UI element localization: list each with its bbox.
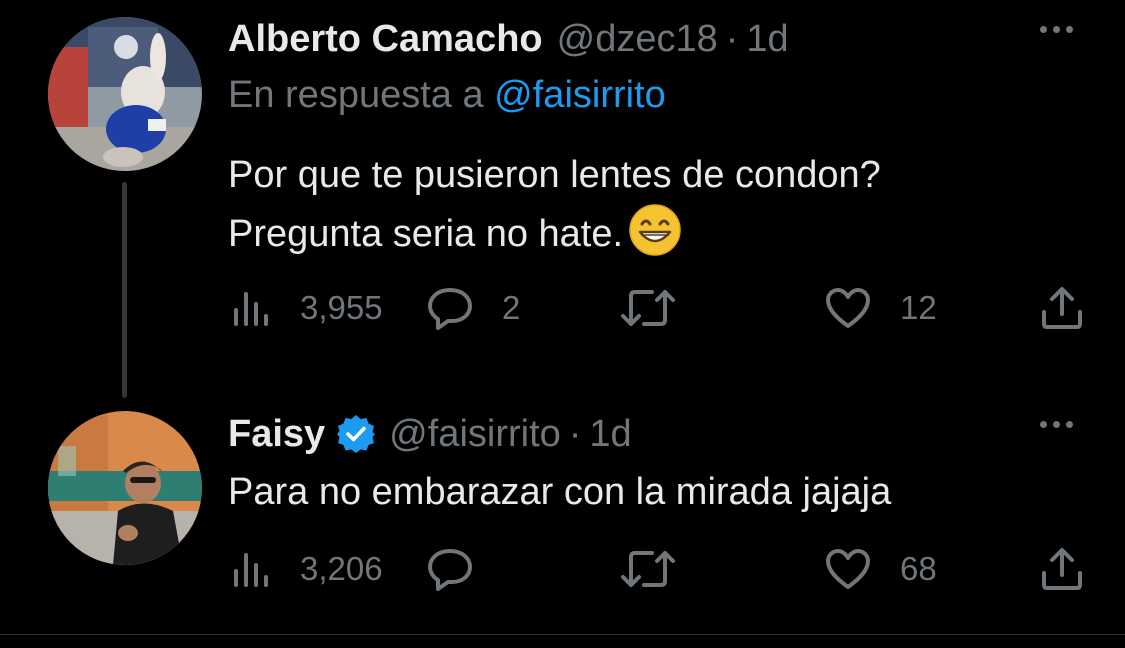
reply-prefix: En respuesta a	[228, 74, 484, 116]
share-icon	[1040, 286, 1084, 330]
tweet-header: Faisy @faisirrito · 1d	[228, 409, 632, 459]
tweet-actions: 3,955 2 12	[228, 282, 1089, 334]
reply-count: 2	[502, 289, 521, 326]
like-count: 12	[900, 289, 937, 326]
tweet-header: Alberto Camacho @dzec18 · 1d	[228, 14, 789, 64]
author-name[interactable]: Alberto Camacho	[228, 18, 543, 61]
like-count: 68	[900, 550, 937, 587]
like-button[interactable]: 12	[824, 282, 937, 334]
views-icon	[232, 286, 272, 330]
views-icon	[232, 547, 272, 591]
tweet-divider	[0, 634, 1125, 635]
like-icon	[824, 547, 872, 591]
verified-badge-icon	[335, 413, 377, 455]
author-name[interactable]: Faisy	[228, 413, 325, 456]
reply-mention-link[interactable]: @faisirrito	[494, 74, 666, 116]
tweet-text-line: Pregunta seria no hate.	[228, 213, 624, 255]
author-handle[interactable]: @faisirrito	[389, 413, 561, 456]
tweet-timestamp[interactable]: 1d	[589, 413, 631, 456]
tweet-reply[interactable]: Alberto Camacho @dzec18 · 1d En respuest…	[0, 0, 1125, 398]
like-button[interactable]: 68	[824, 543, 937, 595]
like-icon	[824, 286, 872, 330]
reply-icon	[426, 547, 474, 591]
tweet-text-line: Por que te pusieron lentes de condon?	[228, 154, 881, 196]
tweet-actions: 3,206 68	[228, 543, 1089, 595]
views-count: 3,955	[300, 289, 383, 326]
share-button[interactable]	[1040, 543, 1084, 595]
author-handle[interactable]: @dzec18	[557, 18, 718, 61]
tweet-text: Para no embarazar con la mirada jajaja	[228, 463, 891, 521]
views-count: 3,206	[300, 550, 383, 587]
share-icon	[1040, 547, 1084, 591]
reply-button[interactable]	[426, 543, 474, 595]
tweet-reply[interactable]: Faisy @faisirrito · 1d Para no embarazar…	[0, 395, 1125, 635]
more-icon[interactable]	[1040, 26, 1073, 33]
separator-dot: ·	[568, 412, 582, 455]
avatar-faisy[interactable]	[48, 411, 202, 565]
retweet-icon	[620, 547, 676, 591]
reply-button[interactable]: 2	[426, 282, 520, 334]
grinning-face-emoji-icon	[629, 204, 681, 273]
avatar-alberto[interactable]	[48, 17, 202, 171]
views-button[interactable]: 3,955	[232, 282, 383, 334]
reply-context: En respuesta a @faisirrito	[228, 74, 666, 117]
tweet-timestamp[interactable]: 1d	[746, 18, 788, 61]
tweet-text-line-2: Pregunta seria no hate.	[228, 204, 881, 273]
views-button[interactable]: 3,206	[232, 543, 383, 595]
share-button[interactable]	[1040, 282, 1084, 334]
tweet-text: Por que te pusieron lentes de condon? Pr…	[228, 146, 881, 273]
retweet-icon	[620, 286, 676, 330]
separator-dot: ·	[725, 17, 739, 60]
more-icon[interactable]	[1040, 421, 1073, 428]
thread-connector-line	[122, 182, 127, 398]
reply-icon	[426, 286, 474, 330]
retweet-button[interactable]	[620, 543, 676, 595]
retweet-button[interactable]	[620, 282, 676, 334]
tweet-text-line: Para no embarazar con la mirada jajaja	[228, 471, 892, 513]
conversation-thread: Alberto Camacho @dzec18 · 1d En respuest…	[0, 0, 1125, 648]
